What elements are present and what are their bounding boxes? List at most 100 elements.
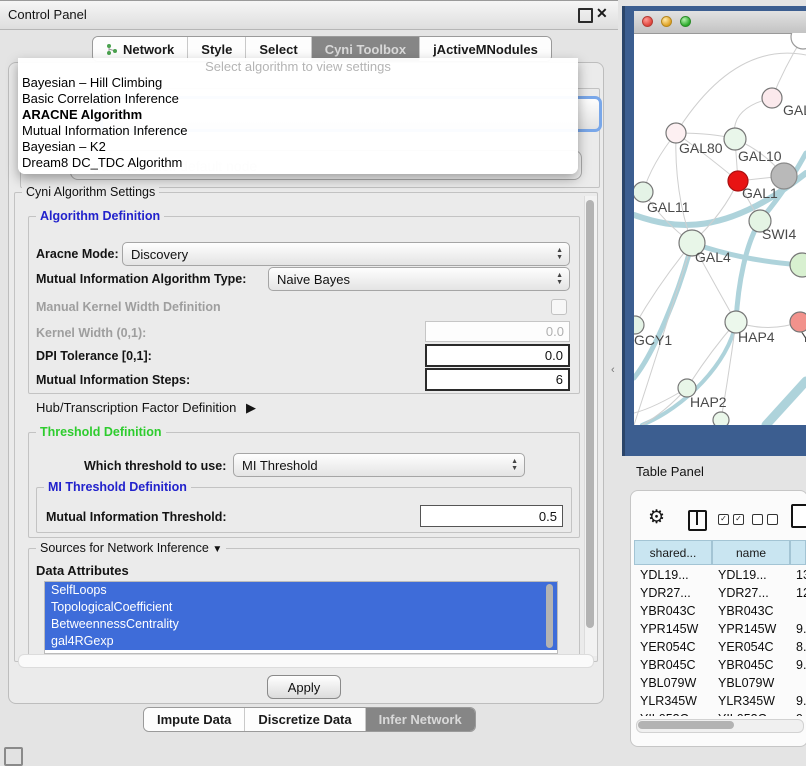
unchecked-pair-icon[interactable]	[752, 514, 778, 525]
collapse-arrow-icon[interactable]: ▼	[212, 544, 222, 555]
network-window-titlebar[interactable]	[634, 11, 806, 34]
algorithm-definition-title: Algorithm Definition	[36, 209, 164, 223]
table-row[interactable]: YDL19...YDL19...13	[634, 566, 806, 584]
attribute-item[interactable]: SelfLoops	[45, 582, 557, 599]
column-header[interactable]: name	[712, 540, 790, 565]
table-cell: YDL19...	[712, 566, 790, 584]
mi-type-combobox[interactable]: Naive Bayes ▲▼	[268, 267, 570, 291]
network-edge-thick[interactable]	[634, 243, 692, 378]
attribute-item[interactable]: TopologicalCoefficient	[45, 599, 557, 616]
checked-box-icon: ✓	[733, 514, 744, 525]
data-attributes-label: Data Attributes	[36, 563, 129, 578]
table-row[interactable]: YBL079WYBL079W	[634, 674, 806, 692]
which-threshold-label: Which threshold to use:	[84, 459, 226, 473]
document-icon[interactable]	[791, 504, 806, 528]
algorithm-option[interactable]: ARACNE Algorithm	[18, 107, 578, 123]
network-edge-thick[interactable]	[766, 381, 806, 425]
table-cell: YBL079W	[634, 674, 712, 692]
table-cell: YBL079W	[712, 674, 790, 692]
control-panel-title: Control Panel	[8, 7, 87, 22]
aracne-mode-label: Aracne Mode:	[36, 247, 119, 261]
zoom-window-button[interactable]	[680, 16, 691, 27]
gear-icon[interactable]: ⚙	[648, 506, 665, 529]
table-row[interactable]: YDR27...YDR27...12	[634, 584, 806, 602]
table-row[interactable]: YER054CYER054C8.	[634, 638, 806, 656]
panel-collapse-arrow[interactable]: ‹	[611, 364, 615, 376]
network-edge[interactable]	[687, 322, 736, 388]
network-node-label: SWI4	[762, 226, 796, 242]
close-window-button[interactable]	[642, 16, 653, 27]
hub-definition-label[interactable]: Hub/Transcription Factor Definition ▶	[36, 400, 256, 416]
table-cell: YBR045C	[712, 656, 790, 674]
corner-partial-icon	[4, 747, 23, 766]
settings-group-title: Cyni Algorithm Settings	[22, 185, 159, 199]
table-cell: YBR045C	[634, 656, 712, 674]
kernel-width-field[interactable]: 0.0	[425, 321, 570, 342]
which-threshold-value: MI Threshold	[242, 458, 318, 473]
table-row[interactable]: YBR045CYBR045C9.	[634, 656, 806, 674]
tab-label: Discretize Data	[258, 712, 351, 727]
network-graph-canvas[interactable]: GALGAL80GAL10GAL1GAL11SWI4GAL4GCY1HAP4YH…	[634, 33, 806, 425]
table-cell: YDR27...	[634, 584, 712, 602]
network-node-label: GAL80	[679, 140, 723, 156]
attribute-item[interactable]: BetweennessCentrality	[45, 616, 557, 633]
algorithm-option[interactable]: Bayesian – K2	[18, 139, 578, 155]
algorithm-option[interactable]: Bayesian – Hill Climbing	[18, 75, 578, 91]
table-row[interactable]: YPR145WYPR145W9.	[634, 620, 806, 638]
manual-kernel-checkbox[interactable]	[551, 299, 567, 315]
aracne-mode-combobox[interactable]: Discovery ▲▼	[122, 242, 570, 266]
network-node-label: GAL4	[695, 249, 731, 265]
columns-icon[interactable]	[688, 510, 707, 531]
network-node-label: GAL	[783, 102, 806, 118]
table-cell: YLR345W	[634, 692, 712, 710]
table-row[interactable]: YIL053CYIL053C9.	[634, 710, 806, 716]
table-row[interactable]: YBR043CYBR043C	[634, 602, 806, 620]
table-body: YDL19...YDL19...13YDR27...YDR27...12YBR0…	[634, 566, 806, 716]
tab-label: jActiveMNodules	[433, 42, 538, 57]
mi-steps-field[interactable]: 6	[425, 368, 570, 391]
network-node[interactable]	[790, 253, 806, 277]
table-cell: 12	[790, 584, 806, 602]
column-header[interactable]: shared...	[634, 540, 712, 565]
dpi-tolerance-field[interactable]: 0.0	[425, 344, 570, 367]
settings-hscrollbar[interactable]	[18, 654, 594, 668]
combo-arrows-icon: ▲▼	[556, 247, 563, 261]
tab-label: Style	[201, 42, 232, 57]
column-header[interactable]	[790, 540, 806, 565]
checked-pair-icon[interactable]: ✓ ✓	[718, 514, 744, 525]
manual-kernel-label: Manual Kernel Width Definition	[36, 300, 221, 314]
close-panel-icon[interactable]: ✕	[596, 5, 608, 22]
network-node[interactable]	[724, 128, 746, 150]
unchecked-box-icon	[767, 514, 778, 525]
table-cell: 9.	[790, 710, 806, 716]
algorithm-option[interactable]: Dream8 DC_TDC Algorithm	[18, 155, 578, 171]
minimize-window-button[interactable]	[661, 16, 672, 27]
network-edge[interactable]	[635, 243, 692, 325]
network-node[interactable]	[713, 412, 729, 425]
attributes-scrollbar-thumb[interactable]	[546, 584, 553, 648]
tab-label: Impute Data	[157, 712, 231, 727]
attribute-item[interactable]: gal4RGexp	[45, 633, 557, 650]
algorithm-option[interactable]: Basic Correlation Inference	[18, 91, 578, 107]
network-node-label: HAP4	[738, 329, 775, 345]
tab-discretize-data[interactable]: Discretize Data	[245, 708, 365, 731]
tab-infer-network[interactable]: Infer Network	[366, 708, 475, 731]
apply-button[interactable]: Apply	[267, 675, 341, 699]
table-cell: 9.	[790, 656, 806, 674]
threshold-definition-title: Threshold Definition	[36, 425, 166, 439]
network-edge[interactable]	[676, 53, 806, 133]
data-attributes-list[interactable]: SelfLoopsTopologicalCoefficientBetweenne…	[44, 581, 558, 654]
table-row[interactable]: YLR345WYLR345W9.	[634, 692, 806, 710]
table-hscrollbar-thumb[interactable]	[638, 721, 734, 729]
tab-impute-data[interactable]: Impute Data	[144, 708, 245, 731]
network-node[interactable]	[762, 88, 782, 108]
mi-threshold-field[interactable]: 0.5	[420, 505, 563, 527]
settings-scrollbar-thumb[interactable]	[586, 200, 594, 628]
network-node[interactable]	[791, 33, 806, 49]
float-panel-icon[interactable]	[578, 8, 593, 23]
which-threshold-combobox[interactable]: MI Threshold ▲▼	[233, 453, 525, 477]
sources-group-title[interactable]: Sources for Network Inference ▼	[36, 541, 226, 555]
table-cell: YER054C	[712, 638, 790, 656]
algorithm-option[interactable]: Mutual Information Inference	[18, 123, 578, 139]
expand-arrow-icon[interactable]: ▶	[246, 400, 256, 415]
